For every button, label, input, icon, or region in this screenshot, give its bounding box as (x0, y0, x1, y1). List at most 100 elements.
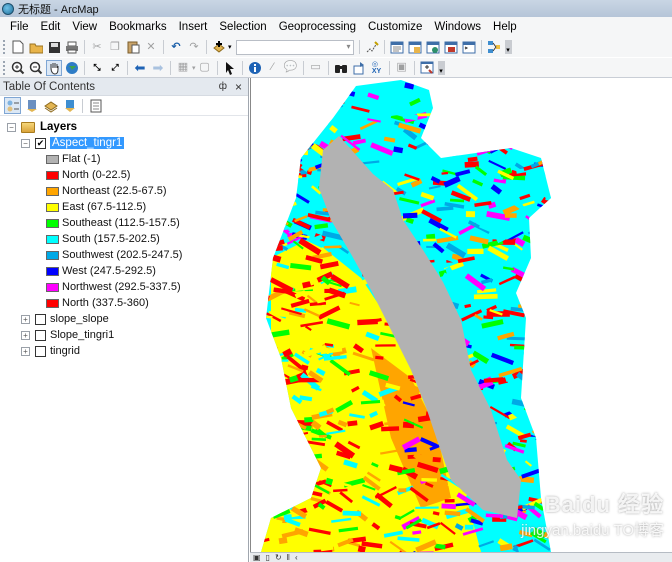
layer-node-aspect[interactable]: − ✔ Aspect_tingr1 (0, 135, 248, 151)
paste-icon[interactable] (125, 39, 141, 55)
toolbar-grip[interactable] (3, 40, 6, 54)
select-elements-arrow-icon[interactable] (222, 60, 238, 76)
list-by-source-icon[interactable] (23, 97, 40, 114)
layer-name[interactable]: Slope_tingri1 (50, 329, 114, 341)
full-extent-globe-icon[interactable] (64, 60, 80, 76)
pause-drawing-icon[interactable]: ‖ (287, 553, 290, 562)
new-document-icon[interactable] (10, 39, 26, 55)
clear-selection-icon[interactable]: ▢ (197, 60, 213, 76)
map-display[interactable]: Baidu 经验 jingyan.baidu TO博客 (250, 78, 672, 552)
pin-icon[interactable]: ф (219, 81, 227, 92)
data-view-icon[interactable]: ▣ (253, 553, 261, 562)
go-to-xy-icon[interactable] (351, 60, 367, 76)
create-viewer-window-icon[interactable] (419, 60, 435, 76)
layout-view-icon[interactable]: ▯ (266, 553, 270, 562)
redo-icon[interactable]: ↷ (186, 39, 202, 55)
html-popup-icon[interactable]: ⁄ (265, 60, 281, 76)
aspect-raster-map[interactable] (251, 78, 672, 552)
menu-insert[interactable]: Insert (173, 21, 214, 33)
legend-item[interactable]: Southeast (112.5-157.5) (0, 215, 248, 231)
identify-info-icon[interactable] (247, 60, 263, 76)
select-dropdown-icon[interactable]: ▾ (192, 64, 196, 72)
expand-icon[interactable]: + (21, 314, 30, 324)
legend-color-swatch[interactable] (46, 266, 59, 276)
expand-icon[interactable]: + (21, 330, 30, 340)
legend-item[interactable]: West (247.5-292.5) (0, 263, 248, 279)
chevron-down-icon[interactable]: ▾ (347, 42, 351, 51)
menu-geoprocessing[interactable]: Geoprocessing (273, 21, 362, 33)
legend-item[interactable]: North (337.5-360) (0, 295, 248, 311)
collapse-icon[interactable]: − (7, 122, 16, 132)
expand-icon[interactable]: + (21, 346, 30, 356)
legend-color-swatch[interactable] (46, 298, 59, 308)
select-by-graphics-icon[interactable]: ▦ (175, 60, 191, 76)
layer-node-slope-slope[interactable]: + slope_slope (0, 311, 248, 327)
legend-color-swatch[interactable] (46, 218, 59, 228)
legend-item[interactable]: Northwest (292.5-337.5) (0, 279, 248, 295)
refresh-icon[interactable]: ↻ (275, 553, 282, 562)
python-window-icon[interactable] (461, 39, 477, 55)
toolbar-grip[interactable] (3, 60, 6, 75)
open-folder-icon[interactable] (28, 39, 44, 55)
toc-options-icon[interactable] (87, 97, 104, 114)
zoom-out-icon[interactable] (28, 60, 44, 76)
fixed-zoom-out-icon[interactable]: ⤢ (107, 60, 123, 76)
menu-bookmarks[interactable]: Bookmarks (103, 21, 173, 33)
menu-customize[interactable]: Customize (362, 21, 428, 33)
list-by-selection-icon[interactable] (61, 97, 78, 114)
zoom-in-icon[interactable] (10, 60, 26, 76)
measure-icon[interactable]: ▭ (308, 60, 324, 76)
layer-node-tingrid[interactable]: + tingrid (0, 343, 248, 359)
xy-coordinate-icon[interactable]: ◎ XY (369, 60, 385, 76)
add-data-dropdown-icon[interactable]: ▾ (228, 43, 232, 51)
model-builder-icon[interactable] (486, 39, 502, 55)
pan-hand-icon[interactable] (46, 59, 62, 76)
legend-color-swatch[interactable] (46, 186, 59, 196)
back-extent-arrow-icon[interactable]: ⬅ (132, 60, 148, 76)
layer-name[interactable]: tingrid (50, 345, 80, 357)
layer-visibility-checkbox[interactable] (35, 345, 46, 357)
undo-icon[interactable]: ↶ (168, 39, 184, 55)
fixed-zoom-in-icon[interactable]: ⤡ (89, 60, 105, 76)
legend-color-swatch[interactable] (46, 250, 59, 260)
catalog-window-icon[interactable] (407, 39, 423, 55)
menu-windows[interactable]: Windows (428, 21, 487, 33)
previous-icon[interactable]: ‹ (295, 553, 298, 562)
layer-name[interactable]: slope_slope (50, 313, 109, 325)
legend-color-swatch[interactable] (46, 154, 59, 164)
map-scale-combo[interactable]: ▾ (235, 39, 354, 55)
hyperlink-icon[interactable]: 💬 (283, 60, 299, 76)
close-icon[interactable]: × (235, 80, 242, 94)
legend-item[interactable]: South (157.5-202.5) (0, 231, 248, 247)
dataframe-label[interactable]: Layers (40, 121, 77, 133)
print-icon[interactable] (64, 39, 80, 55)
menu-selection[interactable]: Selection (213, 21, 272, 33)
add-data-icon[interactable] (211, 39, 227, 55)
legend-item[interactable]: Northeast (22.5-67.5) (0, 183, 248, 199)
time-slider-icon[interactable]: ▣ (394, 60, 410, 76)
legend-color-swatch[interactable] (46, 170, 59, 180)
layers-dataframe-node[interactable]: − Layers (0, 119, 248, 135)
legend-color-swatch[interactable] (46, 202, 59, 212)
legend-color-swatch[interactable] (46, 234, 59, 244)
layer-visibility-checkbox[interactable]: ✔ (35, 137, 46, 149)
delete-icon[interactable]: ✕ (143, 39, 159, 55)
layer-visibility-checkbox[interactable] (35, 313, 46, 325)
find-binoculars-icon[interactable] (333, 60, 349, 76)
legend-item[interactable]: East (67.5-112.5) (0, 199, 248, 215)
layer-visibility-checkbox[interactable] (35, 329, 46, 341)
toolbar-overflow-icon[interactable]: ▾ (437, 60, 445, 75)
collapse-icon[interactable]: − (21, 138, 30, 148)
menu-edit[interactable]: Edit (35, 21, 67, 33)
list-by-drawing-order-icon[interactable] (4, 97, 21, 114)
legend-item[interactable]: North (0-22.5) (0, 167, 248, 183)
menu-view[interactable]: View (66, 21, 103, 33)
legend-item[interactable]: Flat (-1) (0, 151, 248, 167)
copy-icon[interactable]: ❐ (107, 39, 123, 55)
list-by-visibility-icon[interactable] (42, 97, 59, 114)
menu-file[interactable]: File (4, 21, 35, 33)
layer-name[interactable]: Aspect_tingr1 (50, 137, 125, 149)
arctoolbox-window-icon[interactable] (443, 39, 459, 55)
editor-toolbar-icon[interactable] (364, 39, 380, 55)
toolbar-overflow-icon[interactable]: ▾ (504, 40, 512, 54)
